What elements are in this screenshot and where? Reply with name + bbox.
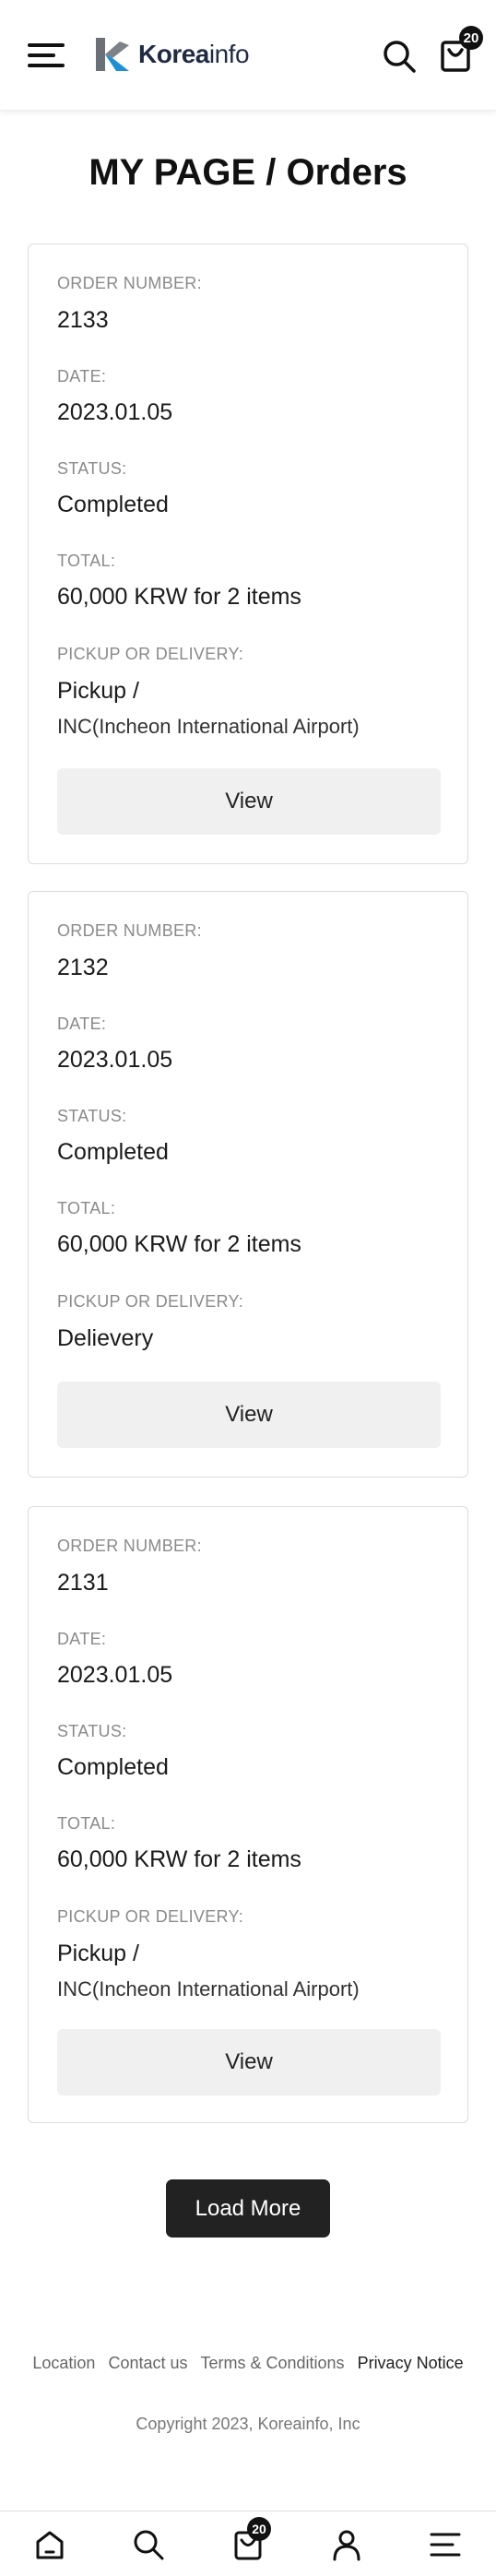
page-title: MY PAGE / Orders [89,152,407,193]
nav-cart[interactable]: 20 [232,2517,271,2563]
order-card: ORDER NUMBER: 2132 DATE: 2023.01.05 STAT… [28,891,468,1478]
pickup-method: Pickup / [57,678,139,704]
total-value: 60,000 KRW for 2 items [57,1846,301,1872]
total-value: 60,000 KRW for 2 items [57,584,301,610]
menu-icon [430,2533,461,2557]
date-value: 2023.01.05 [57,399,173,425]
footer-links: Location Contact us Terms & Conditions P… [0,2354,496,2373]
view-order-button[interactable]: View [57,2029,441,2095]
status-label: STATUS: [57,459,127,478]
total-label: TOTAL: [57,1199,116,1217]
cart-count-badge: 20 [247,2517,271,2541]
pickup-location: INC(Incheon International Airport) [57,1977,360,2000]
search-icon [384,41,416,73]
footer-link-location[interactable]: Location [32,2354,95,2373]
total-label: TOTAL: [57,552,116,570]
status-value: Completed [57,1139,169,1165]
status-label: STATUS: [57,1107,127,1125]
status-value: Completed [57,492,169,517]
bottom-navigation: 20 [0,2511,496,2576]
view-order-button[interactable]: View [57,768,441,835]
order-number-label: ORDER NUMBER: [57,921,202,940]
status-value: Completed [57,1754,169,1780]
status-label: STATUS: [57,1722,127,1740]
nav-menu[interactable] [429,2528,464,2563]
date-label: DATE: [57,1630,107,1648]
copyright-text: Copyright 2023, Koreainfo, Inc [136,2415,360,2433]
date-label: DATE: [57,1015,107,1033]
pickup-location: INC(Incheon International Airport) [57,715,360,738]
order-card: ORDER NUMBER: 2131 DATE: 2023.01.05 STAT… [28,1506,468,2123]
pickup-method: Pickup / [57,1941,139,1966]
order-number-value: 2133 [57,307,109,333]
total-label: TOTAL: [57,1814,116,1833]
cart-count-badge: 20 [459,26,483,50]
menu-icon[interactable] [28,42,65,69]
pickup-label: PICKUP OR DELIVERY: [57,1907,244,1926]
nav-home[interactable] [33,2528,68,2563]
order-card: ORDER NUMBER: 2133 DATE: 2023.01.05 STAT… [28,243,468,864]
pickup-label: PICKUP OR DELIVERY: [57,1292,244,1311]
view-order-button[interactable]: View [57,1382,441,1448]
load-more-button[interactable]: Load More [166,2179,330,2238]
top-header: Koreainfo 20 [0,0,496,111]
footer-link-terms[interactable]: Terms & Conditions [201,2354,345,2373]
date-value: 2023.01.05 [57,1662,173,1688]
nav-account[interactable] [330,2528,365,2563]
footer-link-contact[interactable]: Contact us [108,2354,187,2373]
logo-text: Koreainfo [138,40,250,68]
order-number-value: 2131 [57,1570,109,1596]
search-button[interactable] [382,39,417,74]
cart-button[interactable]: 20 [439,26,483,74]
total-value: 60,000 KRW for 2 items [57,1231,301,1257]
order-number-value: 2132 [57,955,109,980]
pickup-method: Delievery [57,1325,154,1351]
date-label: DATE: [57,367,107,386]
logo-mark-icon [96,38,129,71]
site-logo[interactable]: Koreainfo [92,33,250,76]
date-value: 2023.01.05 [57,1047,173,1073]
footer-link-privacy[interactable]: Privacy Notice [358,2354,464,2373]
search-icon [134,2530,164,2560]
home-icon [36,2531,64,2559]
order-number-label: ORDER NUMBER: [57,1537,202,1555]
pickup-label: PICKUP OR DELIVERY: [57,645,244,663]
order-number-label: ORDER NUMBER: [57,274,202,292]
nav-search[interactable] [132,2528,167,2563]
user-icon [333,2530,360,2561]
